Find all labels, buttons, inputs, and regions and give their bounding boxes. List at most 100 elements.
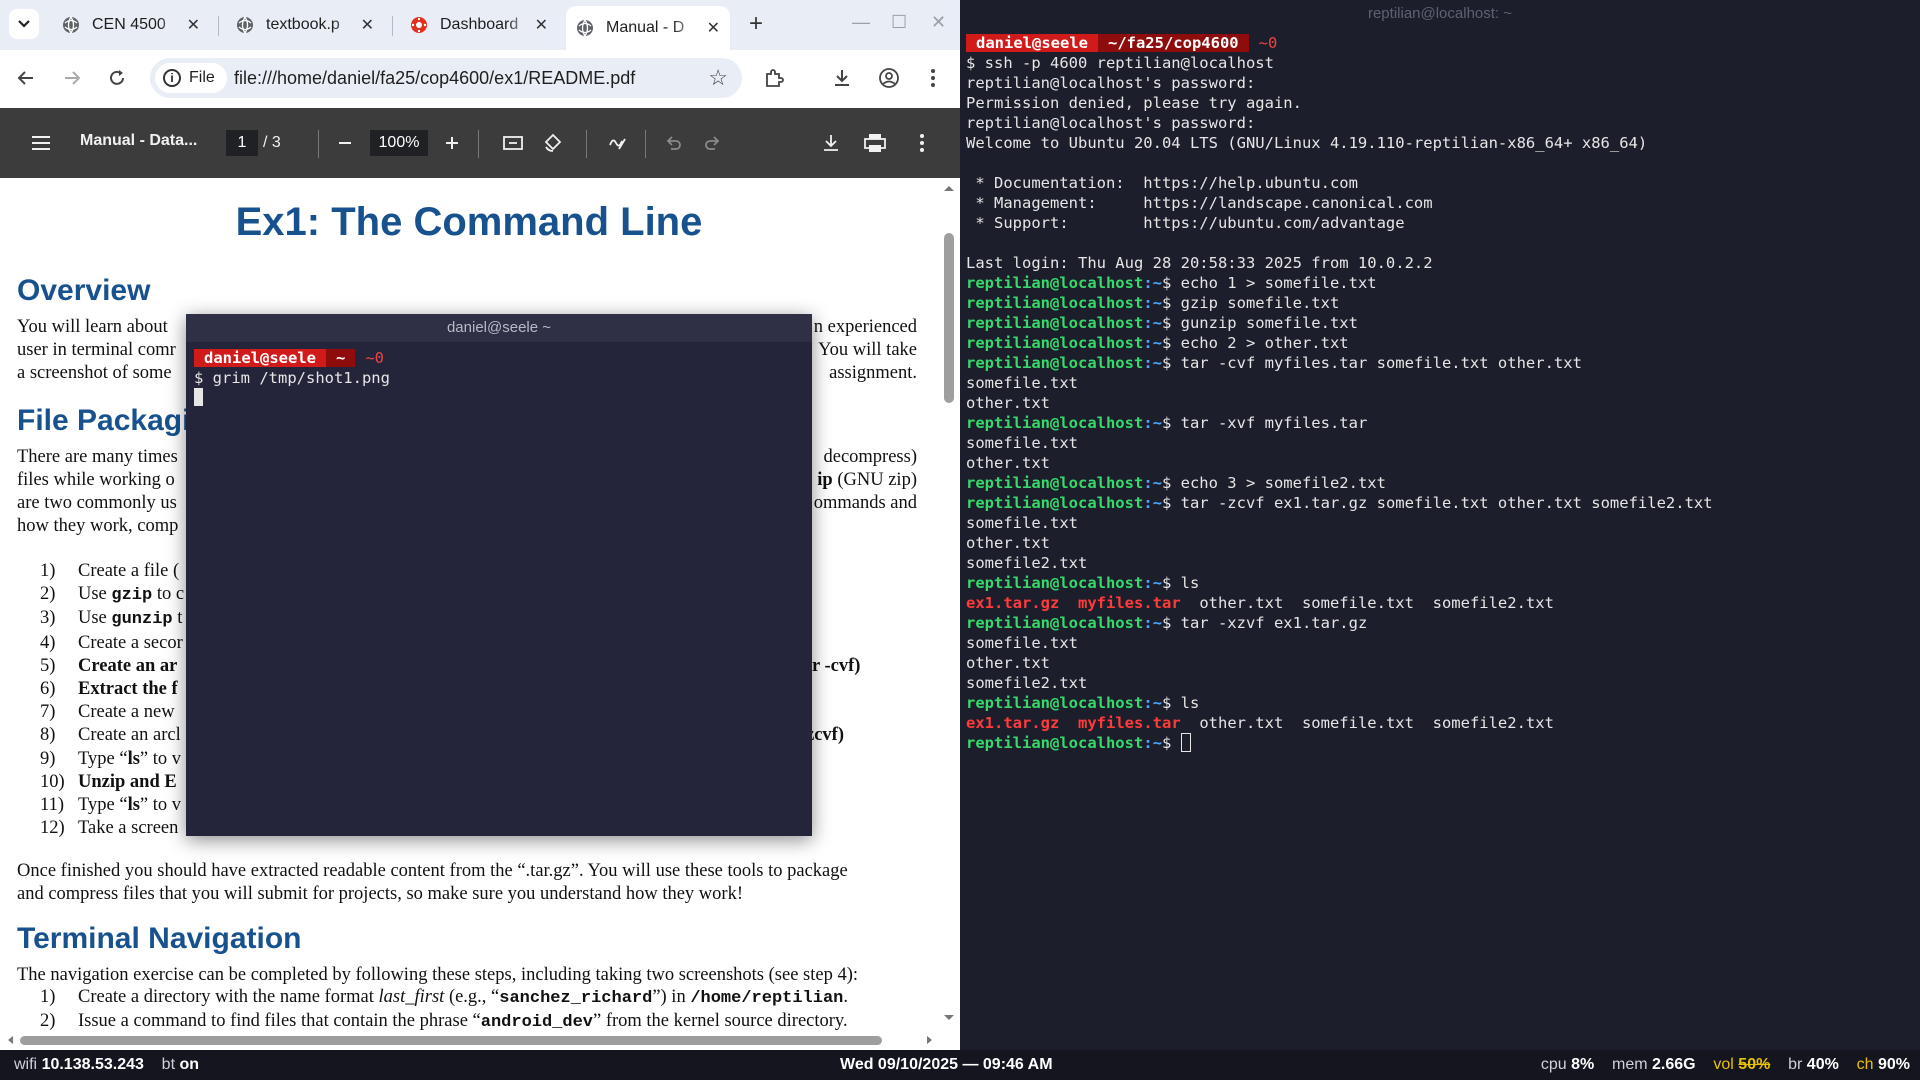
globe-icon bbox=[577, 19, 593, 37]
scroll-up-icon[interactable] bbox=[943, 184, 955, 192]
zoom-out-button[interactable] bbox=[332, 130, 358, 156]
tab-textbook[interactable]: textbook.p ✕ bbox=[226, 8, 384, 42]
prompt-user: reptilian@localhost bbox=[966, 414, 1144, 432]
pdf-toolbar: Manual - Data... 1 / 3 100% bbox=[0, 108, 960, 178]
text-line: user in terminal comr bbox=[17, 340, 176, 360]
url-text[interactable]: file:///home/daniel/fa25/cop4600/ex1/REA… bbox=[234, 68, 635, 89]
term-line: other.txt bbox=[966, 454, 1050, 472]
site-info-chip[interactable]: i File bbox=[155, 63, 227, 93]
terminal-output[interactable]: daniel@seele ~ ~0 $ grim /tmp/shot1.png bbox=[186, 342, 812, 414]
maximize-icon[interactable]: ☐ bbox=[891, 12, 907, 33]
print-button[interactable] bbox=[862, 130, 888, 156]
redo-icon bbox=[705, 136, 720, 150]
scroll-down-icon[interactable] bbox=[943, 1014, 955, 1022]
reload-button[interactable] bbox=[101, 62, 133, 94]
term-line: somefile.txt bbox=[966, 374, 1078, 392]
toolbar-divider bbox=[586, 130, 587, 158]
command-line: $ grim /tmp/shot1.png bbox=[194, 369, 390, 387]
term-line: * Documentation: https://help.ubuntu.com bbox=[966, 174, 1358, 192]
zoom-input[interactable]: 100% bbox=[370, 130, 428, 156]
close-icon[interactable]: ✕ bbox=[535, 15, 548, 35]
term-line: somefile.txt bbox=[966, 514, 1078, 532]
tab-manual[interactable]: Manual - D ✕ bbox=[566, 6, 730, 50]
step-number: 6) bbox=[40, 679, 56, 700]
star-icon[interactable]: ☆ bbox=[708, 65, 728, 91]
browser-menu-button[interactable] bbox=[917, 62, 949, 94]
scrollbar-thumb[interactable] bbox=[944, 233, 954, 403]
new-tab-button[interactable]: + bbox=[742, 10, 770, 38]
archive-file: ex1.tar.gz bbox=[966, 714, 1060, 732]
text-bold: ip bbox=[817, 470, 833, 490]
step-text: ” to v bbox=[139, 748, 182, 769]
scroll-right-icon[interactable] bbox=[926, 1035, 934, 1045]
forward-icon bbox=[65, 71, 81, 85]
browser-toolbar: i File file:///home/daniel/fa25/cop4600/… bbox=[0, 50, 960, 106]
extensions-button[interactable] bbox=[758, 62, 790, 94]
cpu-label: cpu bbox=[1540, 1056, 1567, 1073]
undo-button[interactable] bbox=[660, 130, 686, 156]
step-command: gunzip bbox=[111, 610, 173, 630]
term-line: * Management: https://landscape.canonica… bbox=[966, 194, 1433, 212]
prompt-user: reptilian@localhost bbox=[966, 354, 1144, 372]
back-button[interactable] bbox=[10, 62, 42, 94]
brightness-label: br bbox=[1788, 1056, 1803, 1073]
prompt-path: :~ bbox=[1143, 334, 1162, 352]
prompt-path: :~ bbox=[1143, 574, 1162, 592]
text-line: assignment. bbox=[829, 363, 917, 383]
term-line: somefile.txt bbox=[966, 634, 1078, 652]
ls-output: ex1.tar.gz myfiles.tar other.txt somefil… bbox=[966, 593, 1914, 613]
command-text: $ tar -xvf myfiles.tar bbox=[1161, 414, 1368, 432]
annotate-button[interactable] bbox=[604, 130, 630, 156]
toolbar-divider bbox=[645, 130, 646, 158]
vertical-scrollbar[interactable] bbox=[938, 178, 960, 1050]
tab-cen4500[interactable]: CEN 4500 ✕ bbox=[52, 8, 210, 42]
text-line: and compress files that you will submit … bbox=[17, 884, 743, 904]
window-close-icon[interactable]: ✕ bbox=[931, 12, 946, 33]
close-icon[interactable]: ✕ bbox=[187, 15, 200, 35]
tab-title: textbook.p bbox=[266, 16, 340, 33]
draw-icon bbox=[609, 138, 626, 150]
tab-title: CEN 4500 bbox=[92, 16, 166, 33]
floating-terminal-window[interactable]: daniel@seele ~ daniel@seele ~ ~0 $ grim /tm… bbox=[186, 314, 812, 836]
prompt-user: reptilian@localhost bbox=[966, 474, 1144, 492]
main-terminal-window[interactable]: reptilian@localhost: ~ daniel@seele ~/fa2… bbox=[960, 0, 1920, 1050]
command-text: $ echo 3 > somefile2.txt bbox=[1161, 474, 1386, 492]
tab-list-button[interactable] bbox=[9, 9, 39, 39]
step-text: Type “ bbox=[78, 748, 128, 769]
command-line: reptilian@localhost:~$ echo 3 > somefile… bbox=[966, 473, 1914, 493]
navigation-heading: Terminal Navigation bbox=[17, 922, 302, 955]
redo-button[interactable] bbox=[700, 130, 726, 156]
text-line: Once finished you should have extracted … bbox=[17, 861, 848, 881]
fit-page-button[interactable] bbox=[500, 130, 526, 156]
profile-button[interactable] bbox=[873, 62, 905, 94]
step-command: /home/reptilian bbox=[690, 989, 844, 1008]
horizontal-scrollbar[interactable] bbox=[0, 1030, 960, 1050]
prompt-path: :~ bbox=[1143, 314, 1162, 332]
scroll-left-icon[interactable] bbox=[6, 1035, 14, 1045]
zoom-in-button[interactable] bbox=[439, 130, 465, 156]
pdf-more-button[interactable] bbox=[909, 130, 935, 156]
prompt-exit-code: ~0 bbox=[1258, 34, 1278, 52]
forward-button[interactable] bbox=[56, 62, 88, 94]
minimize-icon[interactable]: — bbox=[852, 12, 870, 33]
tab-dashboard[interactable]: Dashboard ✕ bbox=[400, 8, 558, 42]
step-text: Extract the f bbox=[78, 679, 178, 700]
command-line: reptilian@localhost:~$ ls bbox=[966, 573, 1914, 593]
scrollbar-thumb[interactable] bbox=[20, 1036, 882, 1045]
step-text: . bbox=[843, 987, 848, 1007]
rotate-button[interactable] bbox=[540, 130, 566, 156]
download-button[interactable] bbox=[826, 62, 858, 94]
pdf-download-button[interactable] bbox=[818, 130, 844, 156]
tab-list-icon bbox=[18, 20, 30, 28]
more-icon bbox=[931, 69, 935, 87]
step-text: Create a secor bbox=[78, 632, 183, 653]
close-icon[interactable]: ✕ bbox=[707, 18, 720, 38]
address-bar[interactable]: i File file:///home/daniel/fa25/cop4600/… bbox=[150, 58, 742, 98]
sidebar-toggle[interactable] bbox=[28, 130, 54, 156]
close-icon[interactable]: ✕ bbox=[361, 15, 374, 35]
brightness-value: 40% bbox=[1806, 1056, 1839, 1073]
canvas-icon bbox=[411, 17, 427, 33]
page-number-input[interactable]: 1 bbox=[226, 130, 258, 156]
terminal-output[interactable]: daniel@seele ~/fa25/cop4600 ~0 $ ssh -p 460… bbox=[960, 28, 1920, 758]
zoom-out-icon bbox=[339, 142, 351, 144]
